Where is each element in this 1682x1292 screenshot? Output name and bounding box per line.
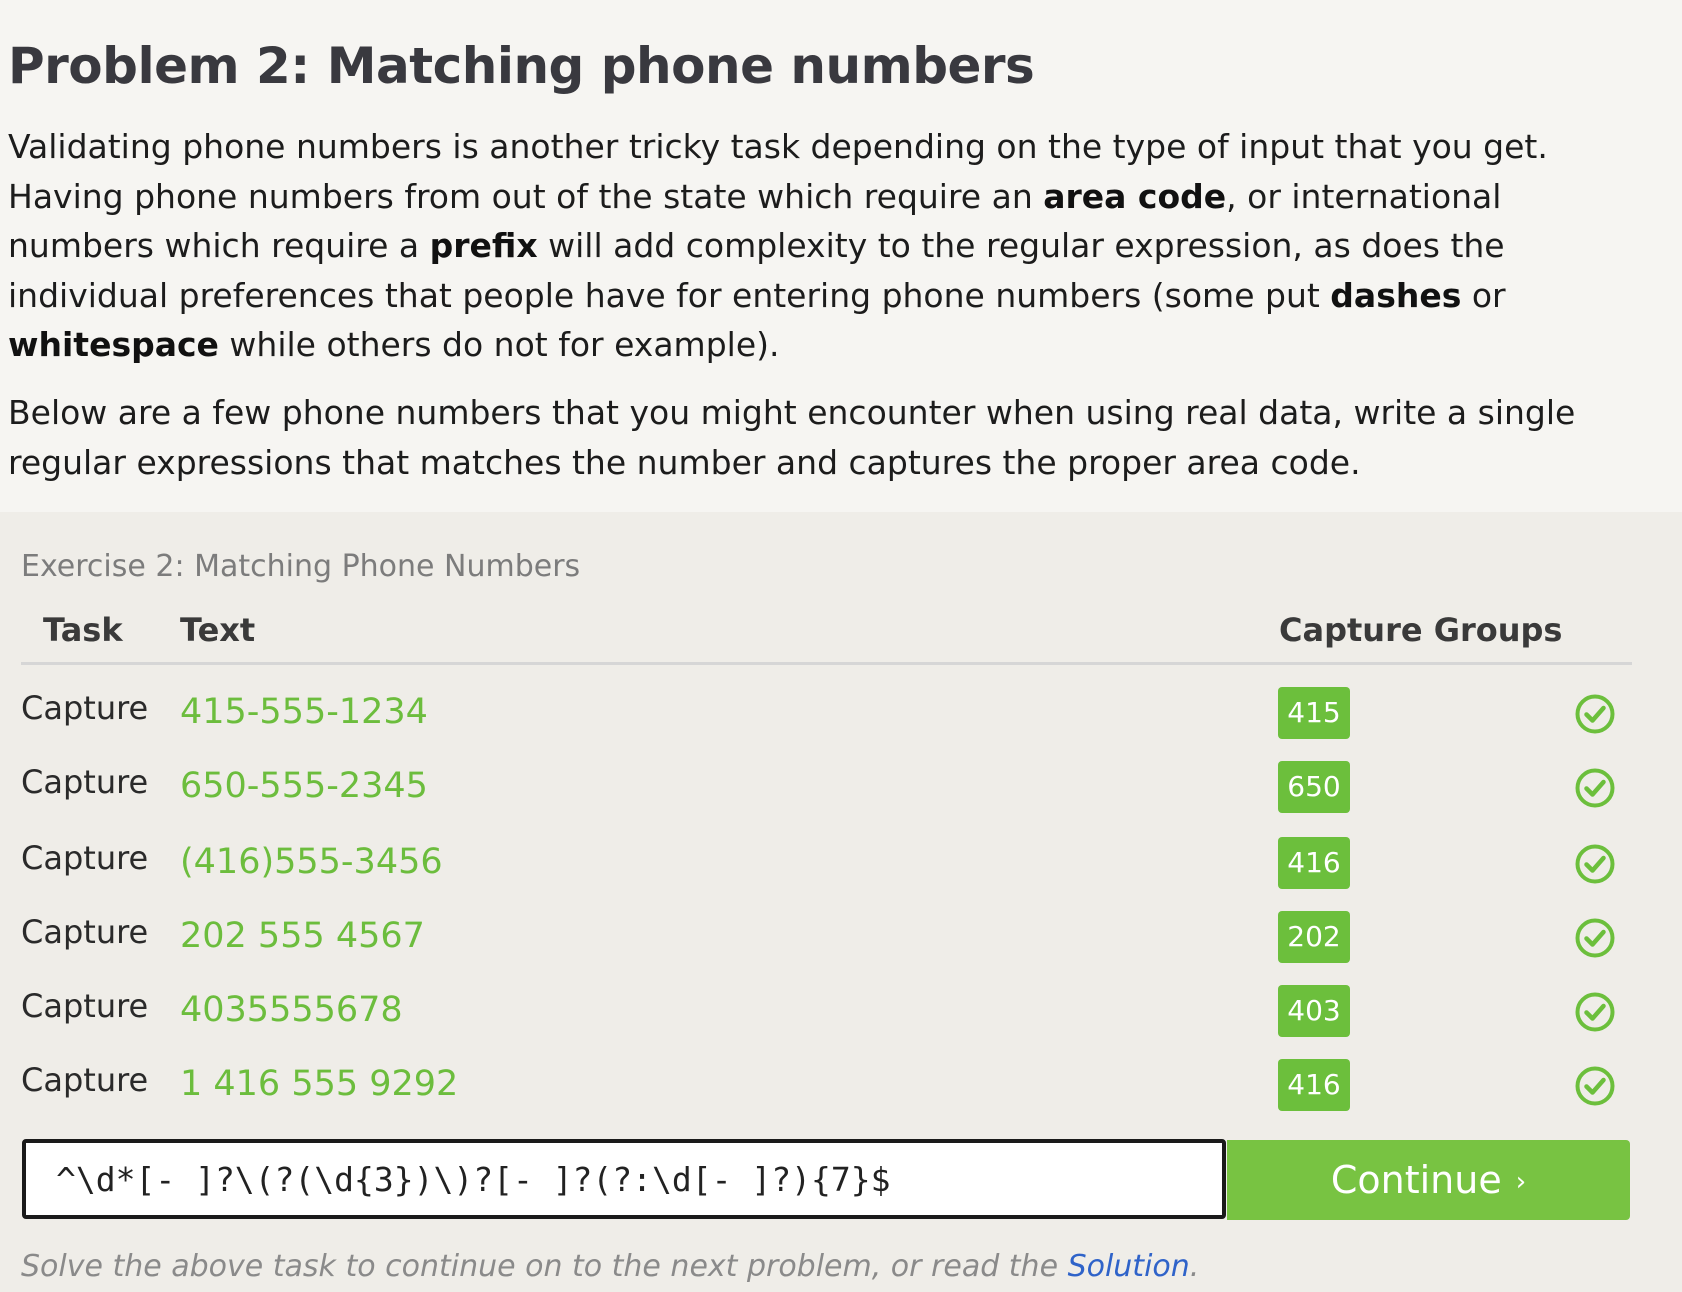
column-header-task: Task xyxy=(43,611,123,649)
table-row: Capture (416)555-3456 416 xyxy=(0,836,1682,896)
column-header-capture-groups: Capture Groups xyxy=(1279,611,1563,649)
table-row: Capture 4035555678 403 xyxy=(0,984,1682,1044)
paragraph-text: or xyxy=(1461,275,1506,315)
capture-group-badge: 650 xyxy=(1278,761,1350,813)
capture-group-badge: 415 xyxy=(1278,687,1350,739)
capture-group-badge: 403 xyxy=(1278,985,1350,1037)
task-label: Capture xyxy=(21,763,149,801)
column-header-text: Text xyxy=(180,611,256,649)
check-circle-icon xyxy=(1575,844,1615,884)
task-label: Capture xyxy=(21,1061,149,1099)
chevron-right-icon: › xyxy=(1515,1167,1527,1197)
test-text: 202 555 4567 xyxy=(180,916,425,956)
test-text: (416)555-3456 xyxy=(180,842,443,882)
test-text: 1 416 555 9292 xyxy=(180,1064,459,1104)
check-circle-icon xyxy=(1575,918,1615,958)
task-label: Capture xyxy=(21,689,149,727)
task-label: Capture xyxy=(21,987,149,1025)
instructions-paragraph: Below are a few phone numbers that you m… xyxy=(8,393,1576,482)
header-divider xyxy=(21,662,1632,665)
table-row: Capture 1 416 555 9292 416 xyxy=(0,1058,1682,1118)
task-label: Capture xyxy=(21,913,149,951)
test-text: 650-555-2345 xyxy=(180,766,428,806)
footer-note: Solve the above task to continue on to t… xyxy=(21,1247,1199,1287)
emphasis-prefix: prefix xyxy=(429,226,538,265)
regex-input[interactable] xyxy=(22,1139,1226,1219)
capture-group-badge: 202 xyxy=(1278,911,1350,963)
intro-paragraph: Validating phone numbers is another tric… xyxy=(8,122,1623,370)
emphasis-whitespace: whitespace xyxy=(8,325,219,364)
capture-group-badge: 416 xyxy=(1278,837,1350,889)
paragraph-text: while others do not for example). xyxy=(218,325,780,364)
capture-group-badge: 416 xyxy=(1278,1059,1350,1111)
table-row: Capture 202 555 4567 202 xyxy=(0,910,1682,970)
emphasis-dashes: dashes xyxy=(1330,275,1462,315)
footer-text: Solve the above task to continue on to t… xyxy=(21,1249,1068,1284)
emphasis-area-code: area code xyxy=(1043,176,1227,216)
check-circle-icon xyxy=(1575,694,1615,734)
continue-label: Continue xyxy=(1330,1158,1502,1202)
page-title: Problem 2: Matching phone numbers xyxy=(8,37,1035,95)
exercise-title: Exercise 2: Matching Phone Numbers xyxy=(21,549,581,584)
continue-button[interactable]: Continue › xyxy=(1227,1140,1630,1220)
check-circle-icon xyxy=(1575,1066,1615,1106)
check-circle-icon xyxy=(1575,768,1615,808)
test-text: 4035555678 xyxy=(180,990,403,1030)
test-text: 415-555-1234 xyxy=(180,692,428,732)
table-row: Capture 415-555-1234 415 xyxy=(0,686,1682,746)
table-row: Capture 650-555-2345 650 xyxy=(0,760,1682,820)
task-label: Capture xyxy=(21,839,149,877)
footer-period: . xyxy=(1189,1249,1200,1284)
check-circle-icon xyxy=(1575,992,1615,1032)
exercise-panel: Exercise 2: Matching Phone Numbers Task … xyxy=(0,512,1682,1292)
solution-link[interactable]: Solution xyxy=(1068,1249,1190,1284)
